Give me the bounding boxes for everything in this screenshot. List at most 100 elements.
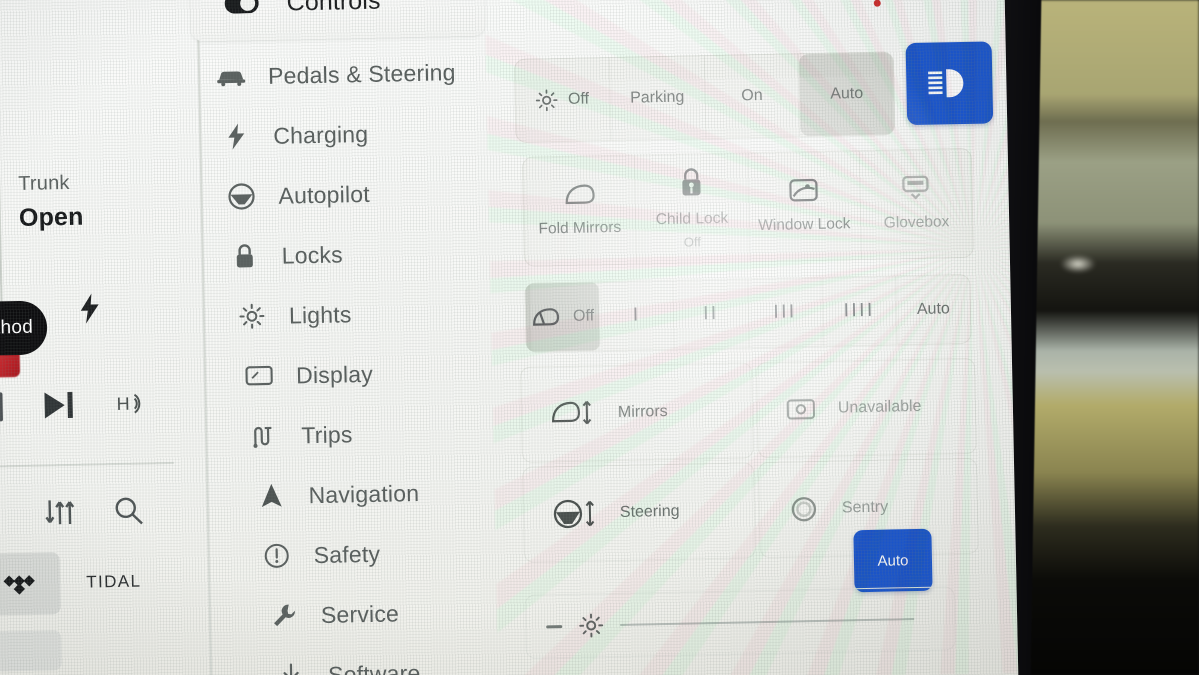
payment-method-pill[interactable]: ethod — [0, 300, 48, 358]
cell-label: Steering — [619, 502, 680, 521]
search-icon[interactable] — [112, 494, 145, 527]
segment-label: Parking — [629, 88, 685, 107]
tab-controls[interactable]: Controls — [189, 0, 486, 42]
wipers-segmented-control: Off I II III IIII Auto — [524, 273, 972, 353]
media-tools — [45, 494, 146, 528]
segment-label: Auto — [916, 300, 950, 318]
quick-action-label: Fold Mirrors — [538, 218, 622, 238]
fold-mirrors-button[interactable]: Fold Mirrors — [522, 155, 638, 266]
cell-label: Unavailable — [837, 397, 922, 417]
headlights-option-auto[interactable]: Auto — [799, 52, 895, 137]
trips-icon — [249, 423, 280, 450]
sidebar-item-charging[interactable]: Charging — [211, 101, 504, 167]
segment-label: Off — [567, 90, 590, 108]
sidebar-item-software[interactable]: Software — [266, 641, 515, 675]
auto-button[interactable]: Auto — [853, 528, 933, 593]
tab-controls-label: Controls — [286, 0, 381, 17]
headlights-option-off[interactable]: Off — [514, 58, 612, 142]
high-beam-button[interactable] — [905, 41, 994, 126]
glovebox-icon — [901, 174, 932, 201]
mirrors-adjust-button[interactable]: Mirrors — [519, 362, 754, 463]
brightness-slider[interactable] — [524, 586, 956, 659]
sidebar-item-navigation[interactable]: Navigation — [246, 461, 511, 526]
dashcam-button[interactable]: Unavailable — [755, 357, 977, 459]
media-divider — [0, 461, 174, 468]
sidebar-item-safety[interactable]: Safety — [251, 521, 512, 586]
stop-icon[interactable] — [0, 391, 3, 422]
quick-action-label: Child Lock — [655, 209, 729, 228]
cell-label: Sentry — [841, 498, 889, 517]
child-lock-icon — [678, 167, 705, 198]
segment-label: IIII — [843, 299, 875, 322]
child-lock-state: Off — [683, 234, 702, 250]
sidebar-item-label: Autopilot — [278, 180, 371, 209]
minus-icon[interactable] — [546, 624, 563, 628]
quick-action-label: Glovebox — [883, 213, 950, 232]
headlights-option-parking[interactable]: Parking — [609, 56, 706, 141]
sidebar-item-lights[interactable]: Lights — [226, 281, 507, 347]
window-lock-button[interactable]: Window Lock — [747, 151, 862, 262]
car-icon — [216, 66, 246, 87]
sidebar-item-label: Trips — [301, 420, 353, 448]
sidebar-item-label: Software — [327, 659, 421, 675]
glovebox-button[interactable]: Glovebox — [859, 149, 972, 259]
segment-label: I — [632, 304, 641, 326]
dashcam-icon — [786, 396, 817, 423]
left-panel: Trunk Open ethod H TIDAL — [0, 0, 215, 675]
wipers-option-2[interactable]: II — [673, 279, 750, 349]
wipers-option-3[interactable]: III — [747, 277, 824, 348]
trunk-label: Trunk — [18, 171, 70, 195]
steering-adjust-icon — [552, 497, 599, 530]
controls-sidebar: Controls Pedals & Steering Charging Auto… — [189, 0, 515, 675]
segment-label: Auto — [830, 84, 864, 103]
sidebar-item-locks[interactable]: Locks — [219, 221, 506, 287]
steering-adjust-button[interactable]: Steering — [522, 462, 756, 563]
brightness-sun-icon — [578, 612, 605, 639]
sidebar-item-label: Pedals & Steering — [267, 58, 456, 89]
sidebar-item-trips[interactable]: Trips — [239, 401, 510, 466]
photo-of-tesla-touchscreen: Trunk Open ethod H TIDAL Controls Pedals… — [0, 0, 1199, 675]
vehicle-quick-actions: Fold Mirrors Child Lock Off Window Lock … — [521, 147, 974, 267]
headlights-segmented-control: Off Parking On Auto — [513, 51, 896, 143]
quick-action-label: Window Lock — [758, 215, 851, 234]
sentry-icon — [788, 494, 821, 525]
tidal-logo-icon[interactable] — [0, 552, 61, 616]
wipers-option-off[interactable]: Off — [525, 282, 601, 352]
sidebar-item-pedals-and-steering[interactable]: Pedals & Steering — [206, 41, 503, 107]
sidebar-item-label: Charging — [273, 120, 369, 149]
bolt-icon — [78, 293, 101, 324]
play-next-icon[interactable] — [42, 390, 77, 421]
trunk-status: Trunk Open — [18, 172, 84, 233]
sidebar-item-label: Lights — [288, 300, 352, 329]
adjust-grid: Mirrors Unavailable Steering Sentry — [519, 357, 979, 563]
segment-label: III — [773, 301, 797, 323]
brightness-track[interactable] — [620, 618, 915, 626]
tidal-label: TIDAL — [86, 571, 142, 592]
high-beam-icon — [926, 66, 973, 101]
wipers-option-4[interactable]: IIII — [821, 276, 898, 346]
navigation-arrow-icon — [256, 483, 287, 510]
sidebar-nav: Pedals & Steering Charging Autopilot Loc… — [202, 41, 515, 675]
headlights-option-on[interactable]: On — [704, 54, 801, 139]
sidebar-item-autopilot[interactable]: Autopilot — [216, 161, 505, 227]
sidebar-item-display[interactable]: Display — [234, 341, 509, 406]
tidal-app-row[interactable]: TIDAL — [0, 551, 142, 616]
cabin-highlight — [1060, 255, 1096, 273]
sidebar-item-service[interactable]: Service — [258, 581, 513, 646]
wiper-icon — [531, 306, 561, 329]
child-lock-button[interactable]: Child Lock Off — [635, 153, 750, 264]
wipers-option-auto[interactable]: Auto — [896, 275, 971, 344]
media-tile-partial[interactable] — [0, 630, 62, 672]
mirror-icon — [562, 182, 596, 207]
controls-content: Off Parking On Auto Fold Mirrors Child L… — [513, 20, 994, 659]
equalizer-icon[interactable] — [45, 496, 80, 529]
segment-label: Off — [572, 307, 595, 325]
hd-audio-icon[interactable]: H — [116, 389, 151, 418]
trunk-value: Open — [18, 202, 84, 232]
svg-text:H: H — [116, 394, 129, 414]
segment-label: II — [702, 302, 719, 325]
display-icon — [244, 365, 274, 388]
steering-wheel-icon — [226, 182, 257, 211]
wipers-option-1[interactable]: I — [599, 280, 676, 351]
sidebar-item-label: Safety — [313, 540, 381, 568]
